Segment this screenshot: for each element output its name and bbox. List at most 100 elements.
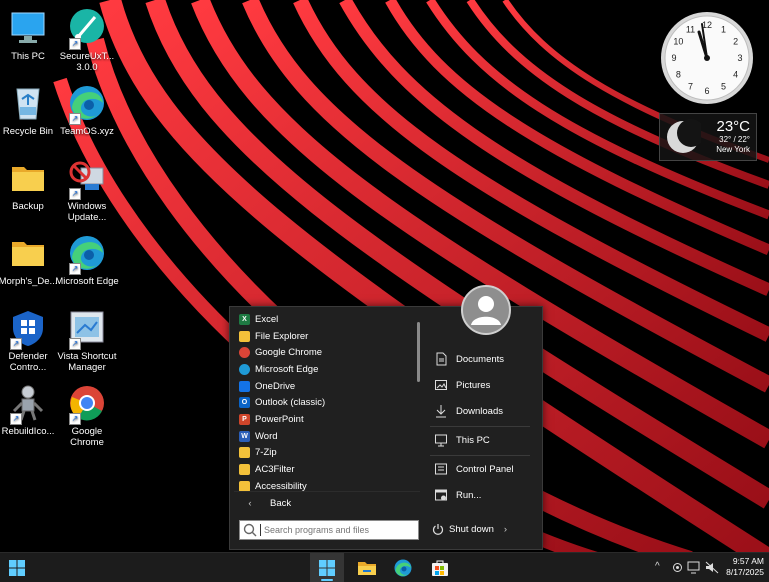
program-item[interactable]: P PowerPoint [234,411,420,428]
shutdown-label: Shut down [449,523,494,535]
chevron-left-icon: ‹ [248,497,252,509]
network-icon[interactable] [687,561,701,574]
program-label: Google Chrome [255,347,323,359]
chrome-icon: ↗ [67,383,107,425]
user-icon [471,296,501,325]
desktop-icon-label: RebuildIco... [1,426,55,437]
edge-icon: ↗ [67,233,107,275]
search-input[interactable] [260,524,414,536]
program-item[interactable]: File Explorer [234,328,420,345]
desktop-icon-google-chrome[interactable]: ↗ Google Chrome [55,383,119,448]
folder-icon [239,480,250,491]
edge-icon: ↗ [67,83,107,125]
desktop-icon-label: SecureUxT... 3.0.0 [59,51,115,73]
program-item[interactable]: AC3Filter [234,461,420,478]
shortcut-manager-icon: ↗ [67,308,107,350]
outlook-icon: O [239,397,250,409]
folder-icon [239,447,250,459]
windows-update-icon: ↗ [67,158,107,200]
right-item-label: Pictures [456,379,491,391]
volume-muted-icon[interactable] [705,561,719,574]
program-list-scrollbar[interactable] [417,322,420,382]
desktop-icon-defender-control[interactable]: ↗ Defender Contro... [0,308,60,373]
desktop-icon-label: This PC [11,51,45,62]
excel-icon: X [239,313,250,325]
taskbar-edge[interactable] [386,553,420,582]
program-item[interactable]: W Word [234,428,420,445]
cloud-icon [239,380,250,392]
menu-divider [430,455,530,456]
right-item-documents[interactable]: Documents [430,348,530,370]
desktop-icon-vista-shortcut-manager[interactable]: ↗ Vista Shortcut Manager [55,308,119,373]
right-item-downloads[interactable]: Downloads [430,400,530,422]
tray-overflow-chevron[interactable]: ^ [655,561,660,572]
desktop-icon-teamos[interactable]: ↗ TeamOS.xyz [55,83,119,137]
desktop-icon-windows-update[interactable]: ↗ Windows Update... [55,158,119,223]
clock-number: 10 [673,37,683,47]
desktop-icon-microsoft-edge[interactable]: ↗ Microsoft Edge [55,233,119,287]
program-label: OneDrive [255,380,296,392]
clock-number: 2 [733,37,738,47]
taskbar-clock[interactable]: 9:57 AM 8/17/2025 [722,556,764,578]
store-icon [432,560,448,576]
desktop-icon-secureuxtheme[interactable]: ↗ SecureUxT... 3.0.0 [55,8,119,73]
weather-gadget[interactable]: 23°C 32° / 22° New York [659,113,757,161]
user-avatar[interactable] [461,285,511,335]
taskbar-start-button[interactable] [310,553,344,582]
search-box[interactable] [239,520,419,540]
desktop-icon-this-pc[interactable]: This PC [0,8,60,62]
right-item-label: Control Panel [456,463,514,475]
program-item[interactable]: OneDrive [234,378,420,395]
right-item-pictures[interactable]: Pictures [430,374,530,396]
right-item-this-pc[interactable]: This PC [430,429,530,451]
robot-icon: ↗ [8,383,48,425]
brush-icon: ↗ [67,8,107,50]
clock-number: 1 [721,24,726,34]
desktop-icon-label: Recycle Bin [2,126,54,137]
search-icon [243,523,257,537]
program-item[interactable]: 7-Zip [234,445,420,462]
right-item-control-panel[interactable]: Control Panel [430,458,530,480]
desktop-icon-morphs-folder[interactable]: Morph's_De... [0,233,60,287]
clock-number: 8 [676,70,681,80]
program-label: Excel [255,313,279,325]
start-icon [9,560,25,576]
shutdown-options-arrow[interactable]: › [504,524,507,535]
shortcut-arrow-icon: ↗ [69,263,81,275]
desktop-icon-label: Backup [12,201,44,212]
clock-number: 6 [704,86,709,96]
folder-icon [8,158,48,198]
system-tray: ^ [651,553,721,582]
taskbar-file-explorer[interactable] [350,553,384,582]
right-item-run[interactable]: Run... [430,484,530,506]
program-label: Word [255,430,278,442]
desktop-icon-label: TeamOS.xyz [60,126,114,137]
program-item[interactable]: Accessibility [234,478,420,491]
program-item[interactable]: Microsoft Edge [234,361,420,378]
program-item[interactable]: O Outlook (classic) [234,394,420,411]
program-item[interactable]: X Excel [234,311,420,328]
recycle-bin-icon [8,83,48,123]
desktop-icon-label: Defender Contro... [8,351,48,373]
shortcut-arrow-icon: ↗ [10,338,22,350]
right-item-label: Run... [456,489,482,501]
desktop-icon-rebuildicon[interactable]: ↗ RebuildIco... [0,383,60,437]
clock-number: 3 [737,53,742,63]
taskbar-start-button-left[interactable] [0,553,34,582]
download-icon [436,405,446,418]
back-button[interactable]: ‹ Back [234,491,420,514]
program-label: 7-Zip [255,447,277,459]
defender-icon: ↗ [8,308,48,350]
settings-tray-icon[interactable] [671,561,684,574]
desktop-icon-recycle-bin[interactable]: Recycle Bin [0,83,60,137]
desktop-icon-backup[interactable]: Backup [0,158,60,212]
program-item[interactable]: Google Chrome [234,344,420,361]
clock-gadget[interactable]: 12 1234567891011 [659,10,755,106]
taskbar-microsoft-store[interactable] [423,553,457,582]
edge-icon [394,559,412,577]
weather-high-low: 32° / 22° [719,135,750,144]
shutdown-button[interactable]: Shut down › [430,519,520,539]
program-label: Outlook (classic) [255,397,326,409]
program-list[interactable]: X Excel File Explorer Google Chrome Microsof… [234,311,420,491]
program-label: Accessibility [255,480,307,491]
